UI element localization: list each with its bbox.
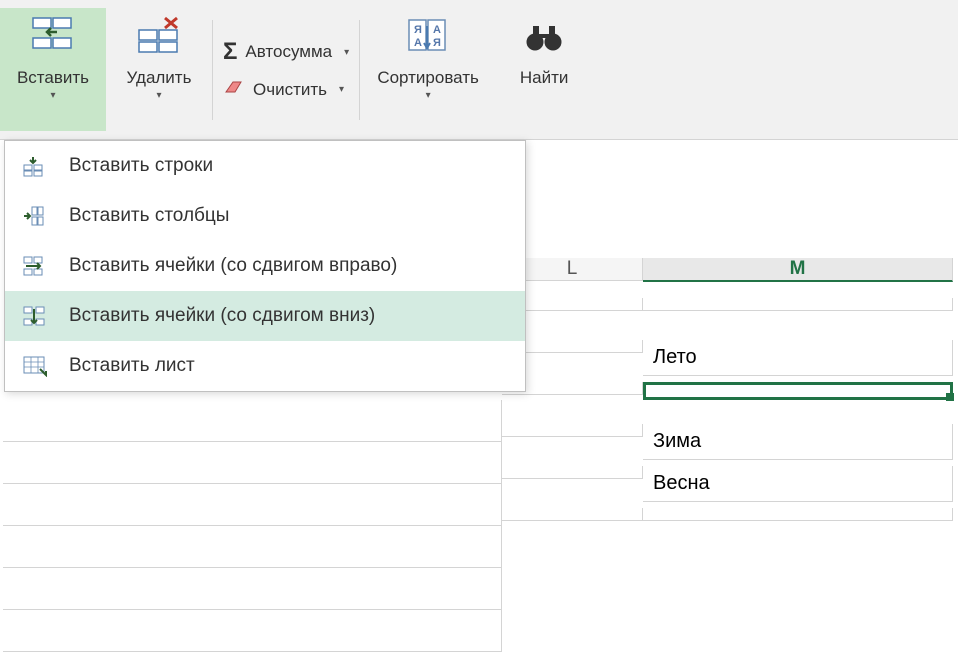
cell[interactable] — [502, 508, 643, 521]
editing-group: Σ Автосумма ▾ Очистить ▾ — [213, 8, 359, 131]
menu-insert-columns[interactable]: Вставить столбцы — [5, 191, 525, 241]
cell[interactable]: Лето — [643, 340, 953, 376]
blank-cell[interactable] — [3, 568, 502, 610]
sort-icon: Я А А Я — [407, 12, 449, 62]
delete-label: Удалить — [127, 68, 192, 88]
insert-dropdown-menu: Вставить строки Вставить столбцы Вставит… — [4, 140, 526, 392]
svg-text:А: А — [433, 24, 441, 36]
menu-label: Вставить ячейки (со сдвигом вниз) — [69, 305, 375, 327]
sort-group: Я А А Я Сортировать ▾ — [360, 8, 496, 131]
eraser-icon — [223, 78, 245, 101]
insert-button[interactable]: Вставить ▾ — [8, 8, 98, 131]
menu-insert-cells-down[interactable]: Вставить ячейки (со сдвигом вниз) — [5, 291, 525, 341]
find-group: Найти — [496, 8, 592, 131]
cell[interactable] — [502, 466, 643, 479]
svg-text:Я: Я — [414, 24, 422, 36]
cell[interactable]: Весна — [643, 466, 953, 502]
dropdown-arrow-icon: ▾ — [156, 90, 161, 101]
insert-label: Вставить — [17, 68, 89, 88]
menu-insert-cells-right[interactable]: Вставить ячейки (со сдвигом вправо) — [5, 241, 525, 291]
autosum-label: Автосумма — [245, 42, 332, 62]
col-header-m[interactable]: M — [643, 258, 953, 282]
ribbon-toolbar: Вставить ▾ Удалить ▾ Σ Автосумма ▾ — [0, 0, 958, 140]
menu-label: Вставить ячейки (со сдвигом вправо) — [69, 255, 397, 277]
cell[interactable] — [643, 508, 953, 521]
cell[interactable]: Зима — [643, 424, 953, 460]
menu-label: Вставить лист — [69, 355, 195, 377]
menu-insert-rows[interactable]: Вставить строки — [5, 141, 525, 191]
dropdown-arrow-icon: ▾ — [426, 90, 431, 101]
sigma-icon: Σ — [223, 38, 237, 66]
menu-label: Вставить столбцы — [69, 205, 229, 227]
insert-sheet-icon — [19, 353, 51, 379]
dropdown-arrow-icon: ▾ — [339, 84, 344, 95]
menu-insert-sheet[interactable]: Вставить лист — [5, 341, 525, 391]
insert-group: Вставить ▾ — [0, 8, 106, 131]
svg-text:Я: Я — [433, 37, 441, 49]
insert-cells-down-icon — [19, 303, 51, 329]
clear-button[interactable]: Очистить ▾ — [223, 78, 349, 101]
svg-text:А: А — [414, 37, 422, 49]
find-button[interactable]: Найти — [504, 8, 584, 131]
insert-rows-icon — [19, 153, 51, 179]
autosum-button[interactable]: Σ Автосумма ▾ — [223, 38, 349, 66]
delete-button[interactable]: Удалить ▾ — [114, 8, 204, 131]
clear-label: Очистить — [253, 80, 327, 100]
delete-cells-icon — [135, 12, 183, 62]
binoculars-icon — [525, 12, 563, 62]
insert-cells-icon — [29, 12, 77, 62]
menu-label: Вставить строки — [69, 155, 213, 177]
insert-cells-right-icon — [19, 253, 51, 279]
dropdown-arrow-icon: ▾ — [50, 90, 55, 101]
dropdown-arrow-icon: ▾ — [344, 47, 349, 58]
sort-button[interactable]: Я А А Я Сортировать ▾ — [368, 8, 488, 131]
delete-group: Удалить ▾ — [106, 8, 212, 131]
cell[interactable] — [643, 298, 953, 311]
find-label: Найти — [520, 68, 569, 88]
sort-label: Сортировать — [377, 68, 479, 88]
blank-cell[interactable] — [3, 610, 502, 652]
insert-columns-icon — [19, 203, 51, 229]
cell[interactable] — [502, 424, 643, 437]
active-cell[interactable] — [643, 382, 953, 400]
